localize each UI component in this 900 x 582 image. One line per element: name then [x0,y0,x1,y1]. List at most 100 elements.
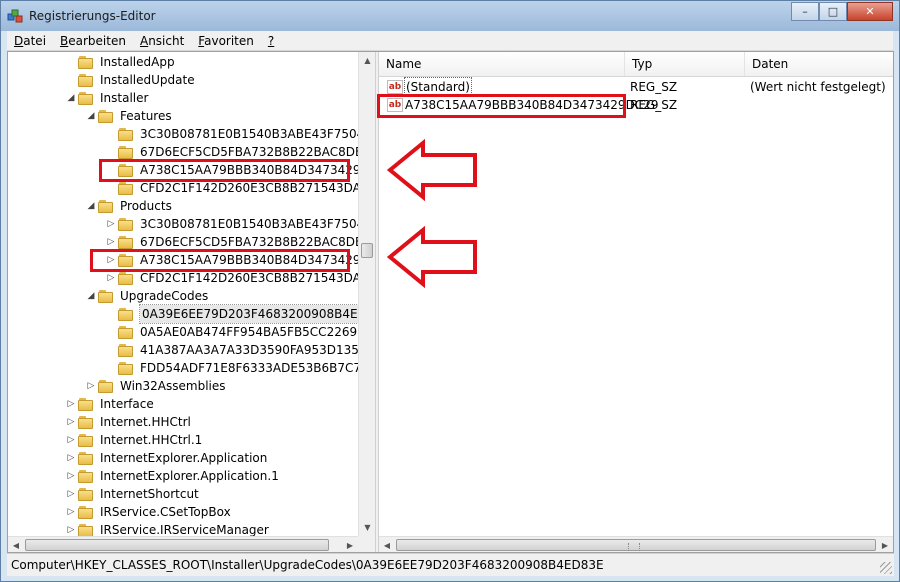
tree-horizontal-scrollbar[interactable]: ◀ ▶ [8,536,358,552]
scroll-right-icon[interactable]: ▶ [342,537,358,552]
red-arrow-left-icon [387,226,477,288]
value-row[interactable]: ab A738C15AA79BBB340B84D3473429DC29 REG_… [379,96,893,114]
tree-node-3c30b08781e0b1540b3abe43f7504cec[interactable]: ▷ 3C30B08781E0B1540B3ABE43F7504CEC [106,215,375,233]
scroll-down-icon[interactable]: ▼ [359,519,375,536]
tree-node-label: 41A387AA3A7A33D3590FA953D1350011 [140,343,375,357]
collapse-arrow-icon[interactable]: ◢ [66,89,76,107]
folder-icon [98,289,114,303]
tree-node-label: 3C30B08781E0B1540B3ABE43F7504CEC [140,127,375,141]
folder-icon [78,451,94,465]
scroll-thumb[interactable] [25,539,329,551]
tree-node-label: Products [120,199,172,213]
folder-icon [118,217,134,231]
tree-node-a738c15aa79bbb340b84d3473429dc29[interactable]: A738C15AA79BBB340B84D3473429DC29 [106,161,375,179]
scroll-right-icon[interactable]: ▶ [877,537,893,552]
tree-node-67d6ecf5cd5fba732b8b22bac8de1b4d[interactable]: 67D6ECF5CD5FBA732B8B22BAC8DE1B4D [106,143,375,161]
title-bar[interactable]: Registrierungs-Editor – □ ✕ [1,1,899,31]
expand-arrow-icon[interactable]: ▷ [66,449,76,467]
minimize-button[interactable]: – [791,2,819,21]
tree-node-installedapp[interactable]: InstalledApp [66,53,175,71]
tree-node-fdd54adf71e8f6333ade53b6b7c786a8[interactable]: FDD54ADF71E8F6333ADE53B6B7C786A8 [106,359,375,377]
tree-node-internet-hhctrl[interactable]: ▷ Internet.HHCtrl [66,413,191,431]
tree-node-41a387aa3a7a33d3590fa953d1350011[interactable]: 41A387AA3A7A33D3590FA953D1350011 [106,341,375,359]
tree-node-label: CFD2C1F142D260E3CB8B271543DA9F98 [140,271,375,285]
expand-arrow-icon[interactable]: ▷ [106,233,116,251]
tree-node-features[interactable]: ◢ Features [86,107,172,125]
collapse-arrow-icon[interactable]: ◢ [86,287,96,305]
close-button[interactable]: ✕ [847,2,893,21]
tree-node-label: Installer [100,91,149,105]
tree-node-label: Internet.HHCtrl.1 [100,433,203,447]
tree-node-internetexplorer-application-1[interactable]: ▷ InternetExplorer.Application.1 [66,467,279,485]
red-arrow-left-icon [387,139,477,201]
key-tree: ▷ IRService.IRServiceManager ▷ IRService.CS… [8,52,375,552]
list-horizontal-scrollbar[interactable]: ◀ ▶ [379,536,893,552]
tree-node-win32assemblies[interactable]: ▷ Win32Assemblies [86,377,226,395]
expand-arrow-icon[interactable]: ▷ [66,485,76,503]
tree-node-internet-hhctrl-1[interactable]: ▷ Internet.HHCtrl.1 [66,431,203,449]
menu-favoriten[interactable]: Favoriten [191,34,261,48]
scroll-up-icon[interactable]: ▲ [359,52,375,69]
expand-arrow-icon[interactable]: ▷ [106,251,116,269]
tree-node-upgradecodes[interactable]: ◢ UpgradeCodes [86,287,209,305]
tree-node-cfd2c1f142d260e3cb8b271543da9f98[interactable]: CFD2C1F142D260E3CB8B271543DA9F98 [106,179,375,197]
expand-arrow-icon[interactable]: ▷ [66,431,76,449]
expand-arrow-icon[interactable]: ▷ [66,503,76,521]
registry-editor-window: Registrierungs-Editor – □ ✕ Datei Bearbe… [0,0,900,582]
tree-node-0a39e6ee79d203f4683200908b4ed83e[interactable]: 0A39E6EE79D203F4683200908B4ED83E [106,304,375,324]
tree-vertical-scrollbar[interactable]: ▲ ▼ [358,52,375,536]
tree-node-interface[interactable]: ▷ Interface [66,395,154,413]
scroll-thumb[interactable] [361,243,373,258]
scroll-left-icon[interactable]: ◀ [379,537,395,552]
tree-node-installedupdate[interactable]: InstalledUpdate [66,71,195,89]
expand-arrow-icon[interactable]: ▷ [106,269,116,287]
tree-node-internetexplorer-application[interactable]: ▷ InternetExplorer.Application [66,449,268,467]
tree-node-products[interactable]: ◢ Products [86,197,172,215]
tree-node-label: InstalledUpdate [100,73,195,87]
tree-node-label: Win32Assemblies [120,379,226,393]
column-header-data[interactable]: Daten [745,52,893,76]
tree-node-label: 67D6ECF5CD5FBA732B8B22BAC8DE1B4D [140,235,375,249]
tree-node-irservice-csettopbox[interactable]: ▷ IRService.CSetTopBox [66,503,231,521]
column-header-type[interactable]: Typ [625,52,745,76]
tree-node-3c30b08781e0b1540b3abe43f7504cec[interactable]: 3C30B08781E0B1540B3ABE43F7504CEC [106,125,375,143]
status-bar: Computer\HKEY_CLASSES_ROOT\Installer\Upg… [7,553,894,576]
resize-grip-icon[interactable] [880,562,892,574]
tree-node-cfd2c1f142d260e3cb8b271543da9f98[interactable]: ▷ CFD2C1F142D260E3CB8B271543DA9F98 [106,269,375,287]
folder-icon [78,523,94,537]
tree-node-label: FDD54ADF71E8F6333ADE53B6B7C786A8 [140,361,375,375]
collapse-arrow-icon[interactable]: ◢ [86,197,96,215]
tree-node-installer[interactable]: ◢ Installer [66,89,149,107]
column-header-name[interactable]: Name [379,52,625,76]
folder-icon [118,145,134,159]
value-type: REG_SZ [630,80,678,94]
scroll-thumb[interactable] [396,539,876,551]
tree-node-label: CFD2C1F142D260E3CB8B271543DA9F98 [140,181,375,195]
menu-bearbeiten[interactable]: Bearbeiten [53,34,133,48]
tree-node-0a5ae0ab474ff954ba5fb5cc22691599[interactable]: 0A5AE0AB474FF954BA5FB5CC22691599 [106,323,375,341]
tree-node-label: Interface [100,397,154,411]
scroll-left-icon[interactable]: ◀ [8,537,24,552]
menu-ansicht[interactable]: Ansicht [133,34,191,48]
scrollbar-corner [358,536,375,552]
expand-arrow-icon[interactable]: ▷ [66,413,76,431]
tree-node-label: 0A5AE0AB474FF954BA5FB5CC22691599 [140,325,375,339]
value-row[interactable]: ab (Standard) REG_SZ (Wert nicht festgel… [379,77,893,97]
tree-node-label: Features [120,109,172,123]
collapse-arrow-icon[interactable]: ◢ [86,107,96,125]
expand-arrow-icon[interactable]: ▷ [66,467,76,485]
no-expander [66,71,76,89]
expand-arrow-icon[interactable]: ▷ [106,215,116,233]
tree-node-a738c15aa79bbb340b84d3473429dc29[interactable]: ▷ A738C15AA79BBB340B84D3473429DC29 [106,251,375,269]
menu-datei[interactable]: Datei [7,34,53,48]
folder-icon [78,505,94,519]
tree-node-label: A738C15AA79BBB340B84D3473429DC29 [140,163,375,177]
tree-node-internetshortcut[interactable]: ▷ InternetShortcut [66,485,199,503]
expand-arrow-icon[interactable]: ▷ [66,395,76,413]
expand-arrow-icon[interactable]: ▷ [86,377,96,395]
menu-help[interactable]: ? [261,34,281,48]
tree-node-67d6ecf5cd5fba732b8b22bac8de1b4d[interactable]: ▷ 67D6ECF5CD5FBA732B8B22BAC8DE1B4D [106,233,375,251]
maximize-button[interactable]: □ [819,2,847,21]
folder-icon [118,325,134,339]
folder-icon [118,307,134,321]
